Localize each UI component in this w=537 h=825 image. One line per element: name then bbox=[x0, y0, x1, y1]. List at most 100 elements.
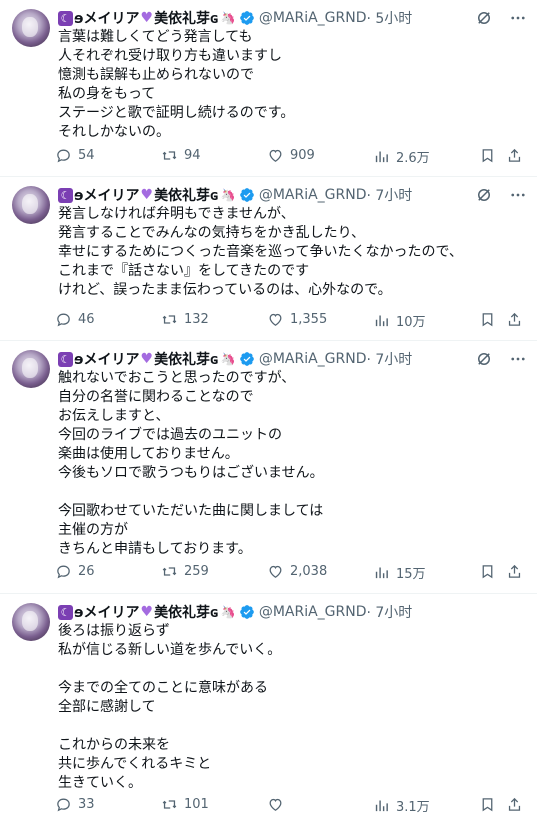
grok-icon[interactable] bbox=[475, 186, 493, 204]
tweet-text: 後ろは振り返らず 私が信じる新しい道を歩んでいく。 今までの全てのことに意味があ… bbox=[58, 623, 282, 791]
retweet-button[interactable]: 132 bbox=[161, 311, 209, 328]
tweet-header: ☾ ɘメイリア ♥ 美依礼芽ɢ 🦄 @MARiA_GRND · 7小时 bbox=[58, 185, 412, 205]
avatar[interactable] bbox=[12, 9, 50, 47]
reply-icon bbox=[57, 313, 70, 327]
tweet[interactable]: ☾ ɘメイリア ♥ 美依礼芽ɢ 🦄 @MARiA_GRND · 7小时 触れない… bbox=[0, 341, 537, 594]
like-button[interactable]: 909 bbox=[267, 147, 315, 164]
grok-icon[interactable] bbox=[475, 9, 493, 27]
user-handle[interactable]: @MARiA_GRND bbox=[259, 10, 367, 26]
verified-badge-icon bbox=[239, 352, 254, 366]
retweet-icon bbox=[162, 800, 177, 809]
like-button[interactable] bbox=[267, 796, 290, 813]
like-button[interactable]: 2,038 bbox=[267, 563, 327, 580]
view-count: 15万 bbox=[396, 567, 426, 582]
bookmark-icon bbox=[482, 798, 493, 812]
like-count: 1,355 bbox=[290, 312, 328, 327]
reply-button[interactable]: 33 bbox=[55, 796, 95, 813]
retweet-count: 132 bbox=[184, 312, 209, 327]
views-button[interactable]: 10万 bbox=[373, 311, 426, 330]
reply-button[interactable]: 46 bbox=[55, 311, 95, 328]
share-icon bbox=[508, 312, 521, 326]
action-bar: 33 101 3.1万 bbox=[55, 796, 529, 816]
like-button[interactable]: 1,355 bbox=[267, 311, 327, 328]
user-handle[interactable]: @MARiA_GRND bbox=[259, 351, 367, 367]
tweet-header: ☾ ɘメイリア ♥ 美依礼芽ɢ 🦄 @MARiA_GRND · 7小时 bbox=[58, 349, 412, 369]
heart-icon bbox=[269, 798, 282, 811]
retweet-button[interactable]: 259 bbox=[161, 563, 209, 580]
unicorn-icon: 🦄 bbox=[220, 605, 236, 619]
purple-heart-icon: ♥ bbox=[140, 10, 154, 26]
bookmark-icon bbox=[482, 313, 493, 327]
share-icon bbox=[508, 797, 521, 811]
user-handle[interactable]: @MARiA_GRND bbox=[259, 187, 367, 203]
display-name[interactable]: ɘメイリア bbox=[74, 185, 140, 205]
purple-heart-icon: ♥ bbox=[140, 351, 154, 367]
reply-count: 26 bbox=[78, 564, 95, 579]
view-count: 3.1万 bbox=[396, 800, 430, 815]
retweet-count: 101 bbox=[184, 797, 209, 812]
timestamp[interactable]: · 5小时 bbox=[367, 8, 413, 28]
display-name-suffix[interactable]: 美依礼芽ɢ bbox=[154, 185, 219, 205]
display-name-suffix[interactable]: 美依礼芽ɢ bbox=[154, 8, 219, 28]
grok-icon[interactable] bbox=[475, 350, 493, 368]
timestamp[interactable]: · 7小时 bbox=[367, 602, 413, 622]
tweet-header: ☾ ɘメイリア ♥ 美依礼芽ɢ 🦄 @MARiA_GRND · 7小时 bbox=[58, 602, 412, 622]
timestamp[interactable]: · 7小时 bbox=[367, 185, 413, 205]
user-handle[interactable]: @MARiA_GRND bbox=[259, 604, 367, 620]
display-name[interactable]: ɘメイリア bbox=[74, 8, 140, 28]
retweet-button[interactable]: 101 bbox=[161, 796, 209, 813]
tweet-text: 発言しなければ弁明もできませんが、 発言することでみんなの気持ちをかき乱したり、… bbox=[58, 206, 463, 298]
reply-count: 54 bbox=[78, 148, 95, 163]
reply-count: 46 bbox=[78, 312, 95, 327]
more-options-icon[interactable] bbox=[509, 9, 527, 27]
display-name[interactable]: ɘメイリア bbox=[74, 349, 140, 369]
purple-heart-icon: ♥ bbox=[140, 604, 154, 620]
verified-badge-icon bbox=[239, 605, 254, 619]
tweet[interactable]: ☾ ɘメイリア ♥ 美依礼芽ɢ 🦄 @MARiA_GRND · 7小时 後ろは振… bbox=[0, 594, 537, 825]
retweet-icon bbox=[162, 315, 177, 324]
share-button[interactable] bbox=[506, 311, 523, 328]
heart-icon bbox=[269, 149, 282, 162]
tweet[interactable]: ☾ ɘメイリア ♥ 美依礼芽ɢ 🦄 @MARiA_GRND · 7小时 発言しな… bbox=[0, 177, 537, 341]
views-button[interactable]: 2.6万 bbox=[373, 147, 430, 166]
avatar[interactable] bbox=[12, 603, 50, 641]
like-count: 909 bbox=[290, 148, 315, 163]
display-name-suffix[interactable]: 美依礼芽ɢ bbox=[154, 349, 219, 369]
retweet-count: 259 bbox=[184, 564, 209, 579]
tweet[interactable]: ☾ ɘメイリア ♥ 美依礼芽ɢ 🦄 @MARiA_GRND · 5小时 言葉は難… bbox=[0, 0, 537, 177]
display-name[interactable]: ɘメイリア bbox=[74, 602, 140, 622]
bookmark-button[interactable] bbox=[479, 563, 496, 580]
more-options-icon[interactable] bbox=[509, 350, 527, 368]
verified-badge-icon bbox=[239, 11, 254, 25]
retweet-button[interactable]: 94 bbox=[161, 147, 201, 164]
bookmark-icon bbox=[482, 149, 493, 163]
avatar[interactable] bbox=[12, 186, 50, 224]
share-button[interactable] bbox=[506, 147, 523, 164]
views-button[interactable]: 3.1万 bbox=[373, 796, 430, 815]
share-button[interactable] bbox=[506, 796, 523, 813]
bookmark-button[interactable] bbox=[479, 147, 496, 164]
unicorn-icon: 🦄 bbox=[220, 188, 236, 202]
timestamp[interactable]: · 7小时 bbox=[367, 349, 413, 369]
display-name-suffix[interactable]: 美依礼芽ɢ bbox=[154, 602, 219, 622]
reply-button[interactable]: 54 bbox=[55, 147, 95, 164]
avatar[interactable] bbox=[12, 350, 50, 388]
reply-button[interactable]: 26 bbox=[55, 563, 95, 580]
share-icon bbox=[508, 564, 521, 578]
bookmark-button[interactable] bbox=[479, 311, 496, 328]
bookmark-button[interactable] bbox=[479, 796, 496, 813]
verified-badge-icon bbox=[239, 188, 254, 202]
reply-count: 33 bbox=[78, 797, 95, 812]
views-icon bbox=[375, 315, 388, 327]
tweet-text: 言葉は難しくてどう発言しても 人それぞれ受け取り方も違いますし 憶測も誤解も止め… bbox=[58, 29, 295, 140]
share-button[interactable] bbox=[506, 563, 523, 580]
more-options-icon[interactable] bbox=[509, 186, 527, 204]
like-count: 2,038 bbox=[290, 564, 328, 579]
action-bar: 46 132 1,355 10万 bbox=[55, 311, 529, 331]
action-bar: 26 259 2,038 15万 bbox=[55, 563, 529, 583]
tweet-text: 触れないでおこうと思ったのですが、 自分の名誉に関わることなので お伝えしますと… bbox=[58, 370, 324, 557]
bookmark-icon bbox=[482, 565, 493, 579]
views-button[interactable]: 15万 bbox=[373, 563, 426, 582]
moon-emoji-icon: ☾ bbox=[58, 604, 73, 620]
moon-emoji-icon: ☾ bbox=[58, 187, 73, 203]
